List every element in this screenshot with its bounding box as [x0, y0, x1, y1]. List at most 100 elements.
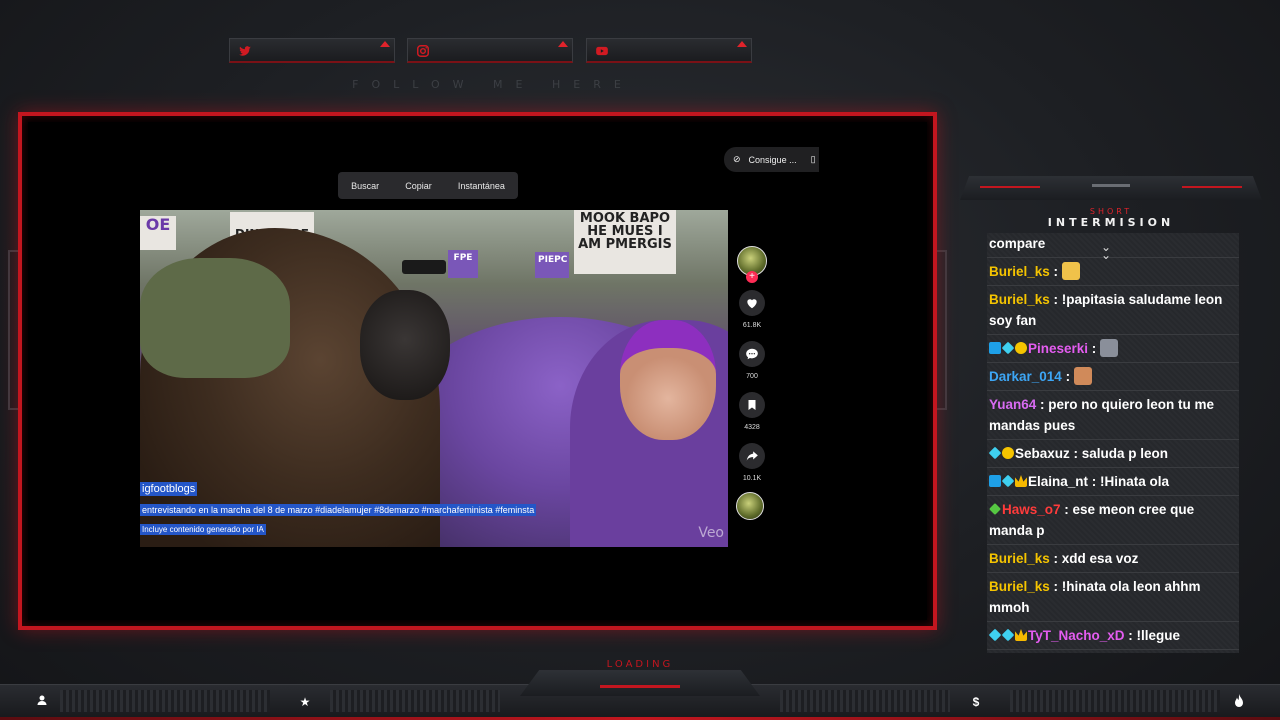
- bigfoot-face: [360, 290, 450, 400]
- chat-username[interactable]: Sebaxuz: [1015, 446, 1070, 461]
- twitter-link[interactable]: [229, 38, 395, 63]
- instagram-link[interactable]: [407, 38, 573, 63]
- bottom-center-plate: [520, 670, 760, 696]
- share-count: 10.1K: [742, 475, 762, 482]
- ai-content-label: Incluye contenido generado por IA: [140, 524, 266, 535]
- chat-message: Buriel_ks : !papitasia saludame leon soy…: [987, 286, 1239, 335]
- heart-icon: [747, 299, 757, 309]
- compass-icon: ⊘: [733, 154, 741, 164]
- chat-username[interactable]: Buriel_ks: [989, 292, 1050, 307]
- chat-message: Pineserki :: [987, 335, 1239, 363]
- phone-icon: ▯: [810, 154, 816, 164]
- woman-head: [620, 320, 716, 440]
- dollar-icon: $: [972, 695, 980, 709]
- comment-count: 700: [746, 373, 758, 380]
- video-player[interactable]: OE DINS DARE MOOK BAPO HE MUES I AM PMER…: [140, 210, 728, 547]
- chat-text: saluda p leon: [1081, 446, 1169, 461]
- chat-username[interactable]: Buriel_ks: [989, 551, 1050, 566]
- video-description: entrevistando en la marcha del 8 de marz…: [140, 504, 537, 516]
- chat-message: Buriel_ks :: [987, 650, 1239, 653]
- hashtags[interactable]: #diadelamujer #8demarzo #marchafeminista…: [315, 505, 534, 515]
- cube-badge-icon: [1001, 341, 1015, 355]
- chat-separator: :: [1088, 341, 1101, 356]
- triangle-icon: [558, 41, 568, 47]
- text-context-menu: Buscar Copiar Instantánea: [338, 172, 518, 199]
- chat-panel[interactable]: compare Buriel_ks : Buriel_ks : !papitasi…: [987, 233, 1239, 653]
- chat-message: compare: [987, 233, 1239, 258]
- video-action-rail: 61.8K 700 4328 10.1K: [736, 246, 768, 520]
- chat-message: Buriel_ks : !hinata ola leon ahhm mmoh: [987, 573, 1239, 622]
- video-author[interactable]: igfootblogs: [140, 482, 198, 496]
- chat-username[interactable]: Buriel_ks: [989, 579, 1050, 594]
- bottom-grille: [330, 690, 500, 712]
- youtube-link[interactable]: [586, 38, 752, 63]
- chat-message: Sebaxuz : saluda p leon: [987, 440, 1239, 468]
- chat-separator: :: [1049, 579, 1062, 594]
- follow-plus-icon[interactable]: +: [746, 271, 758, 283]
- loading-label: LOADING: [606, 659, 674, 670]
- crown-badge-icon: [1015, 629, 1027, 641]
- save-button[interactable]: [739, 392, 765, 418]
- like-count: 61.8K: [742, 322, 762, 329]
- protest-sign: PIEPC: [535, 252, 569, 278]
- sound-avatar[interactable]: [736, 492, 764, 520]
- arrow-badge-icon: [989, 475, 1001, 487]
- center-indicator: [600, 685, 680, 688]
- search-menu-item[interactable]: Buscar: [347, 181, 383, 191]
- chat-separator: :: [1049, 264, 1062, 279]
- coin-badge-icon: [1015, 342, 1027, 354]
- face-emote-icon: [1073, 367, 1092, 385]
- flame-icon: [1231, 694, 1247, 710]
- chat-username[interactable]: TyT_Nacho_xD: [1028, 628, 1125, 643]
- chat-username[interactable]: Haws_o7: [1002, 502, 1061, 517]
- youtube-icon: [596, 46, 608, 56]
- chat-message: Yuan64 : pero no quiero leon tu me manda…: [987, 391, 1239, 440]
- chat-separator: :: [1049, 292, 1062, 307]
- chat-text: !llegue: [1136, 628, 1181, 643]
- chat-text: !Hinata ola: [1100, 474, 1170, 489]
- header-accent: [1182, 186, 1242, 188]
- get-app-button[interactable]: ⊘ Consigue ... ▯: [724, 147, 819, 172]
- triangle-icon: [737, 41, 747, 47]
- chat-username[interactable]: Buriel_ks: [989, 264, 1050, 279]
- gem-badge-icon: [989, 503, 1001, 515]
- instagram-icon: [417, 45, 429, 57]
- protest-sign: OE: [140, 216, 176, 250]
- chat-username[interactable]: Elaina_nt: [1028, 474, 1088, 489]
- crown-badge-icon: [1015, 475, 1027, 487]
- head-camera: [402, 260, 446, 274]
- arrow-badge-icon: [989, 342, 1001, 354]
- chat-username[interactable]: Pineserki: [1028, 341, 1088, 356]
- comment-button[interactable]: [739, 341, 765, 367]
- cube-badge-icon: [988, 628, 1002, 642]
- share-icon: [746, 451, 758, 461]
- snapshot-menu-item[interactable]: Instantánea: [454, 181, 509, 191]
- chat-text: compare: [989, 236, 1046, 251]
- chat-header-bar: [960, 176, 1262, 200]
- chat-separator: :: [1124, 628, 1137, 643]
- cube-badge-icon: [988, 446, 1002, 460]
- star-icon: ★: [299, 695, 311, 709]
- chat-message: Buriel_ks :: [987, 258, 1239, 286]
- chat-separator: :: [1061, 369, 1074, 384]
- chat-text: xdd esa voz: [1061, 551, 1139, 566]
- user-icon: [34, 694, 50, 710]
- bottom-grille: [780, 690, 950, 712]
- comment-icon: [746, 348, 758, 360]
- header-accent: [980, 186, 1040, 188]
- chat-short-label: SHORT: [1089, 207, 1133, 216]
- chat-separator: :: [1049, 551, 1062, 566]
- chat-username[interactable]: Yuan64: [989, 397, 1036, 412]
- veo-watermark: Veo: [698, 525, 724, 541]
- copy-menu-item[interactable]: Copiar: [401, 181, 436, 191]
- like-button[interactable]: [739, 290, 765, 316]
- chat-username[interactable]: Darkar_014: [989, 369, 1062, 384]
- share-button[interactable]: [739, 443, 765, 469]
- cat-emote-icon: [1100, 339, 1119, 357]
- triangle-icon: [380, 41, 390, 47]
- chat-message: Elaina_nt : !Hinata ola: [987, 468, 1239, 496]
- coin-badge-icon: [1002, 447, 1014, 459]
- chat-separator: :: [1088, 474, 1101, 489]
- chat-message: TyT_Nacho_xD : !llegue: [987, 622, 1239, 650]
- protest-sign: MOOK BAPO HE MUES I AM PMERGIS: [574, 210, 676, 274]
